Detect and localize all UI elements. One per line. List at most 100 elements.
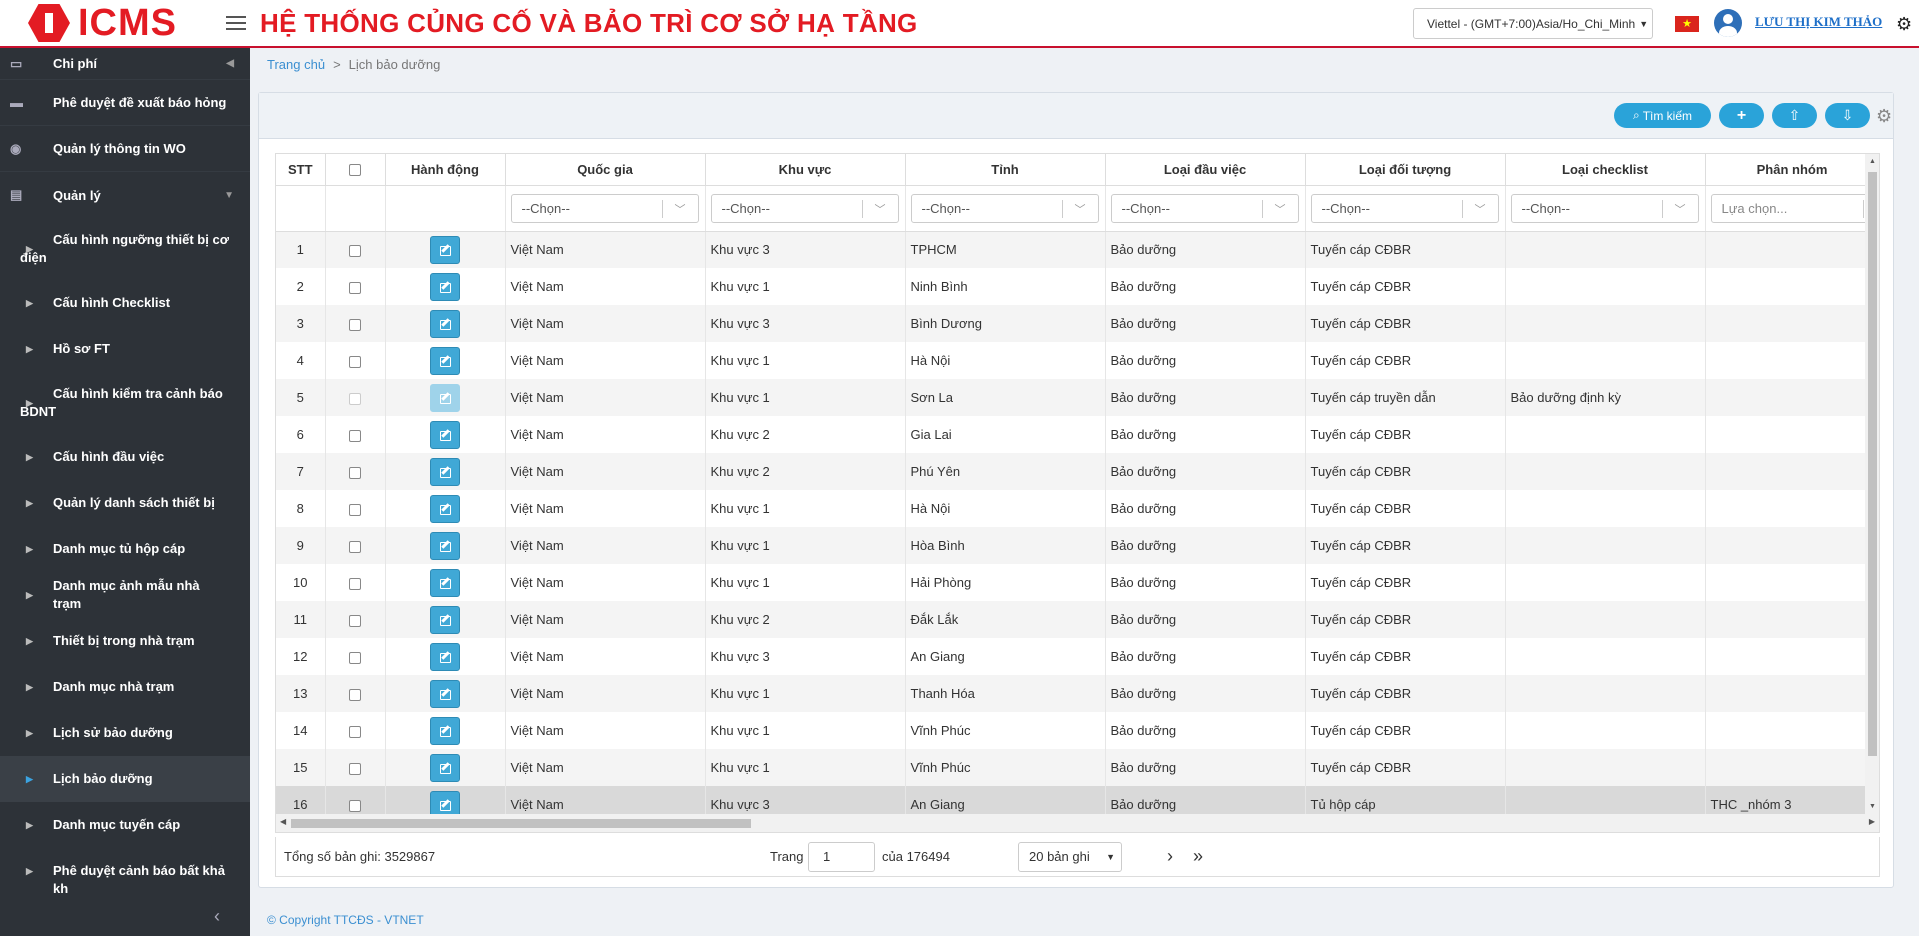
edit-icon[interactable] [430, 272, 460, 301]
region-filter-select[interactable]: --Chọn-- ﹀ [710, 193, 899, 223]
edit-icon[interactable] [430, 605, 460, 634]
row-checkbox[interactable] [349, 244, 361, 257]
row-checkbox[interactable] [349, 429, 361, 442]
sidebar-subitem[interactable]: ▶ Lịch sử bảo dưỡng [0, 710, 250, 756]
search-button[interactable]: ⌕ Tìm kiếm [1614, 103, 1711, 128]
settings-gear-icon[interactable]: ⚙ [1876, 106, 1892, 127]
table-row[interactable]: 7 Việt Nam Khu vực 2 Phú Yên Bảo dưỡng Tuyến … [276, 453, 1879, 490]
next-page-icon[interactable]: › [1167, 846, 1173, 867]
collapse-sidebar-icon[interactable]: ‹ [214, 906, 220, 927]
row-checkbox[interactable] [349, 799, 361, 812]
table-row[interactable]: 13 Việt Nam Khu vực 1 Thanh Hóa Bảo dưỡng Tuy… [276, 675, 1879, 712]
edit-icon[interactable] [430, 309, 460, 338]
user-avatar-icon[interactable] [1714, 9, 1742, 37]
table-row[interactable]: 9 Việt Nam Khu vực 1 Hòa Bình Bảo dưỡng Tuyến… [276, 527, 1879, 564]
scroll-down-arrow-icon[interactable]: ▼ [1869, 803, 1876, 810]
sidebar-item-chi-phi[interactable]: ▭ Chi phí ◀ [0, 48, 250, 80]
user-name-link[interactable]: LƯU THỊ KIM THẢO [1755, 14, 1882, 30]
table-row[interactable]: 15 Việt Nam Khu vực 1 Vĩnh Phúc Bảo dưỡng Tuy… [276, 749, 1879, 786]
vertical-scroll-thumb[interactable] [1868, 172, 1877, 756]
row-checkbox[interactable] [349, 355, 361, 368]
row-checkbox[interactable] [349, 614, 361, 627]
row-checkbox[interactable] [349, 762, 361, 775]
table-row[interactable]: 4 Việt Nam Khu vực 1 Hà Nội Bảo dưỡng Tuyến c… [276, 342, 1879, 379]
row-checkbox[interactable] [349, 318, 361, 331]
vertical-scrollbar[interactable]: ▲ ▼ [1865, 154, 1879, 814]
sidebar-subitem[interactable]: ▶ Quản lý danh sách thiết bị [0, 480, 250, 526]
download-button[interactable]: ⇩ [1825, 103, 1870, 128]
col-header-object-type[interactable]: Loại đối tượng [1305, 154, 1506, 186]
table-row[interactable]: 2 Việt Nam Khu vực 1 Ninh Bình Bảo dưỡng Tuyế… [276, 268, 1879, 305]
edit-icon[interactable] [430, 679, 460, 708]
sidebar-subitem[interactable]: ▶ Danh mục tủ hộp cáp [0, 526, 250, 572]
timezone-select[interactable]: Viettel - (GMT+7:00)Asia/Ho_Chi_Minh ▼ [1413, 8, 1653, 39]
sidebar-subitem[interactable]: ▶ Danh mục tuyến cáp [0, 802, 250, 848]
table-row[interactable]: 10 Việt Nam Khu vực 1 Hải Phòng Bảo dưỡng Tuy… [276, 564, 1879, 601]
row-checkbox[interactable] [349, 577, 361, 590]
col-header-province[interactable]: Tỉnh [905, 154, 1106, 186]
row-checkbox[interactable] [349, 540, 361, 553]
sidebar-item-quan-ly[interactable]: ▤ Quản lý ▼ [0, 172, 250, 218]
row-checkbox[interactable] [349, 725, 361, 738]
edit-icon[interactable] [430, 457, 460, 486]
object-type-filter-select[interactable]: --Chọn-- ﹀ [1310, 193, 1499, 223]
vietnam-flag-icon[interactable]: ★ [1675, 16, 1699, 32]
col-header-region[interactable]: Khu vực [705, 154, 906, 186]
table-row[interactable]: 6 Việt Nam Khu vực 2 Gia Lai Bảo dưỡng Tuyến … [276, 416, 1879, 453]
logo[interactable]: ICMS [0, 0, 250, 46]
scroll-right-arrow-icon[interactable]: ▶ [1869, 817, 1875, 826]
sidebar-subitem[interactable]: ▶ Danh mục nhà trạm [0, 664, 250, 710]
col-header-country[interactable]: Quốc gia [505, 154, 706, 186]
horizontal-scrollbar[interactable]: ◀ ▶ [276, 814, 1879, 832]
row-checkbox[interactable] [349, 651, 361, 664]
sidebar-item-quan-ly-wo[interactable]: ◉ Quản lý thông tin WO [0, 126, 250, 172]
sidebar-subitem[interactable]: ▶ Danh mục ảnh mẫu nhà trạm [0, 572, 250, 618]
table-row[interactable]: 8 Việt Nam Khu vực 1 Hà Nội Bảo dưỡng Tuyến c… [276, 490, 1879, 527]
group-filter-multiselect[interactable]: Lựa chọn... [1710, 193, 1878, 223]
scroll-left-arrow-icon[interactable]: ◀ [280, 817, 286, 826]
row-checkbox[interactable] [349, 281, 361, 294]
table-row[interactable]: 12 Việt Nam Khu vực 3 An Giang Bảo dưỡng Tuyế… [276, 638, 1879, 675]
sidebar-subitem[interactable]: ▶ Cấu hình ngưỡng thiết bị cơ điện [0, 218, 250, 280]
col-header-group[interactable]: Phân nhóm [1705, 154, 1879, 186]
row-checkbox[interactable] [349, 688, 361, 701]
horizontal-scroll-thumb[interactable] [291, 819, 751, 828]
add-button[interactable]: + [1719, 103, 1764, 128]
edit-icon[interactable] [430, 420, 460, 449]
table-row[interactable]: 11 Việt Nam Khu vực 2 Đắk Lắk Bảo dưỡng Tuyến… [276, 601, 1879, 638]
hamburger-menu-icon[interactable] [226, 16, 246, 30]
scroll-up-arrow-icon[interactable]: ▲ [1869, 158, 1876, 165]
row-checkbox[interactable] [349, 466, 361, 479]
sidebar-subitem[interactable]: ▶ Phê duyệt cảnh báo bất khả kh [0, 848, 250, 896]
gear-icon[interactable]: ⚙ [1896, 14, 1912, 35]
edit-icon[interactable] [430, 753, 460, 782]
last-page-icon[interactable]: » [1193, 846, 1203, 867]
edit-icon[interactable] [430, 346, 460, 375]
edit-icon[interactable] [430, 642, 460, 671]
upload-button[interactable]: ⇧ [1772, 103, 1817, 128]
edit-icon[interactable] [430, 568, 460, 597]
edit-icon[interactable] [430, 716, 460, 745]
row-checkbox[interactable] [349, 503, 361, 516]
edit-icon[interactable] [430, 494, 460, 523]
sidebar-subitem-active[interactable]: ▶ Lịch bảo dưỡng [0, 756, 250, 802]
task-type-filter-select[interactable]: --Chọn-- ﹀ [1110, 193, 1299, 223]
province-filter-select[interactable]: --Chọn-- ﹀ [910, 193, 1099, 223]
select-all-checkbox[interactable] [349, 164, 361, 177]
table-row[interactable]: 14 Việt Nam Khu vực 1 Vĩnh Phúc Bảo dưỡng Tuy… [276, 712, 1879, 749]
page-size-select[interactable]: 20 bản ghi ▼ [1018, 841, 1122, 872]
sidebar-subitem[interactable]: ▶ Cấu hình đầu việc [0, 434, 250, 480]
sidebar-subitem[interactable]: ▶ Hồ sơ FT [0, 326, 250, 372]
edit-icon[interactable] [430, 235, 460, 264]
checklist-type-filter-select[interactable]: --Chọn-- ﹀ [1510, 193, 1699, 223]
breadcrumb-home-link[interactable]: Trang chủ [267, 57, 325, 72]
col-header-task-type[interactable]: Loại đầu việc [1105, 154, 1306, 186]
country-filter-select[interactable]: --Chọn-- ﹀ [510, 193, 699, 223]
table-row[interactable]: 1 Việt Nam Khu vực 3 TPHCM Bảo dưỡng Tuyến cá… [276, 231, 1879, 268]
col-header-checklist-type[interactable]: Loại checklist [1505, 154, 1706, 186]
edit-icon[interactable] [430, 531, 460, 560]
sidebar-subitem[interactable]: ▶ Thiết bị trong nhà trạm [0, 618, 250, 664]
table-row[interactable]: 5 Việt Nam Khu vực 1 Sơn La Bảo dưỡng Tuyến c… [276, 379, 1879, 416]
page-number-input[interactable]: 1 [808, 841, 875, 872]
sidebar-subitem[interactable]: ▶ Cấu hình Checklist [0, 280, 250, 326]
